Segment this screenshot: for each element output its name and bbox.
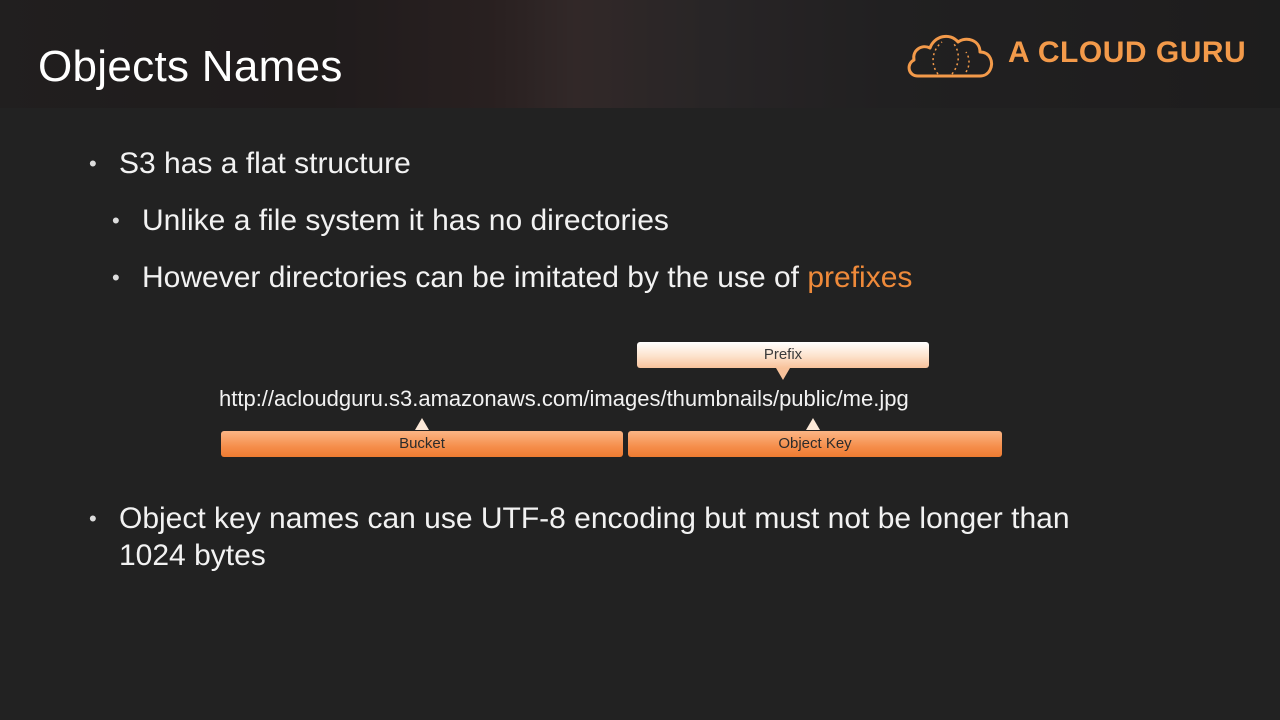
slide-header: Objects Names A CLOUD GURU <box>0 0 1280 108</box>
bullet-dot: • <box>89 151 97 176</box>
bucket-callout: Bucket <box>221 431 623 457</box>
url-bucket-part: http://acloudguru.s3.amazonaws.com <box>219 386 584 411</box>
url-key-part: /images/thumbnails/public/me.jpg <box>583 386 909 411</box>
logo-text: A CLOUD GURU <box>1008 36 1247 69</box>
prefixes-highlight: prefixes <box>807 261 913 294</box>
bullet-flat-structure: S3 has a flat structure <box>119 147 411 180</box>
object-key-label: Object Key <box>778 435 852 452</box>
bucket-pointer <box>415 418 429 430</box>
prefix-pointer <box>776 368 790 380</box>
slide-title: Objects Names <box>38 42 343 91</box>
object-key-pointer <box>806 418 820 430</box>
bucket-label: Bucket <box>399 435 445 452</box>
bullet-utf8-line1: Object key names can use UTF-8 encoding … <box>119 502 1070 535</box>
prefix-label: Prefix <box>763 346 803 363</box>
bullet-prefixes: However directories can be imitated by t… <box>142 261 912 295</box>
brand-logo: A CLOUD GURU <box>904 28 1247 84</box>
prefix-callout: Prefix <box>637 342 929 368</box>
bullet-no-directories: Unlike a file system it has no directori… <box>142 204 669 237</box>
bullet-prefixes-text: However directories can be imitated by t… <box>142 261 808 294</box>
bullet-dot: • <box>89 506 97 531</box>
bullet-utf8-line2: 1024 bytes <box>119 539 266 572</box>
bullet-dot: • <box>112 208 120 233</box>
bullet-dot: • <box>112 265 120 290</box>
slide: Objects Names A CLOUD GURU • S3 has a fl… <box>0 0 1280 720</box>
object-key-callout: Object Key <box>628 431 1002 457</box>
s3-url: http://acloudguru.s3.amazonaws.com/image… <box>219 386 909 412</box>
cloud-logo-icon <box>907 34 994 78</box>
